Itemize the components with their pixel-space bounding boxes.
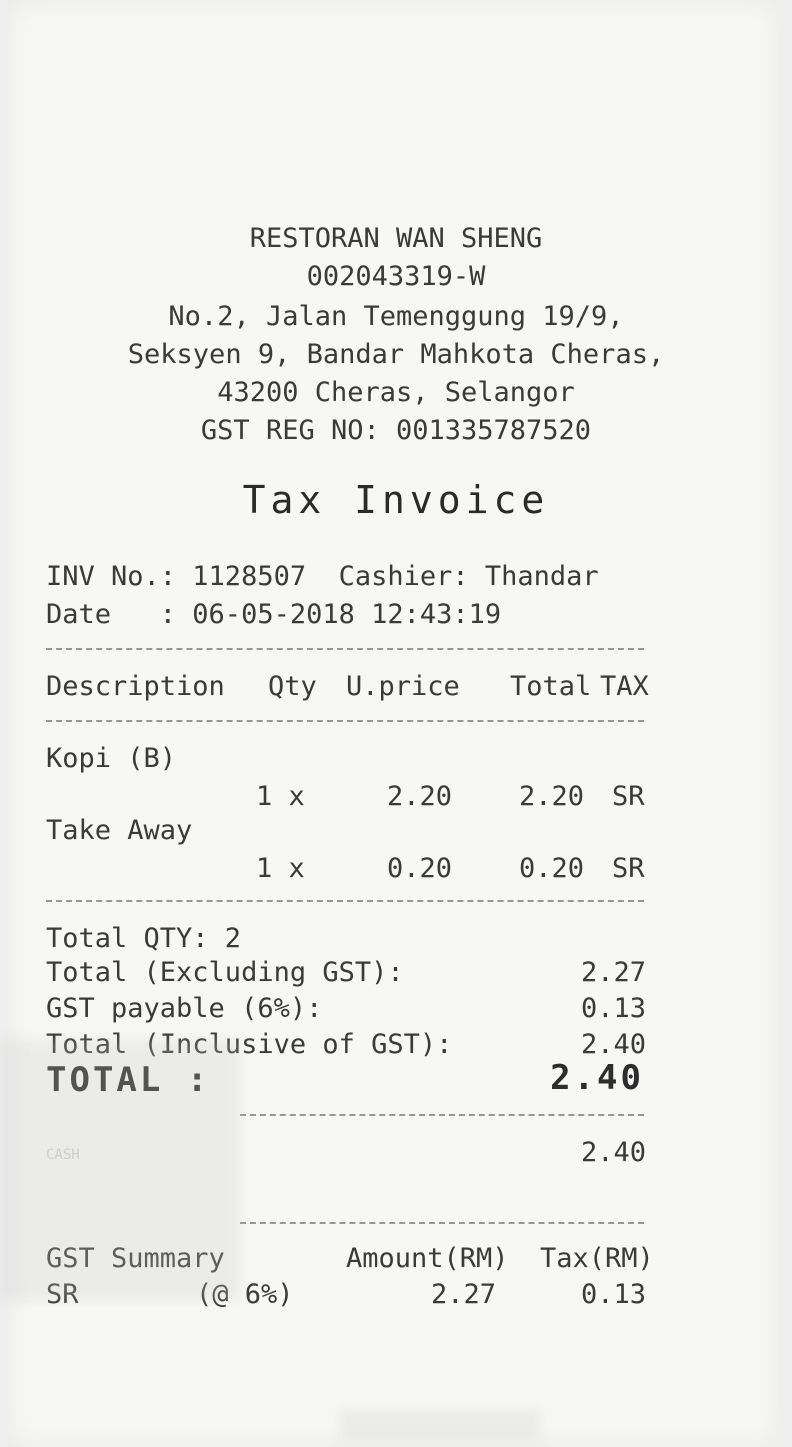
item-total: 2.20	[518, 781, 584, 812]
date-line: Date : 06-05-2018 12:43:19	[46, 599, 502, 630]
item-total: 0.20	[518, 853, 584, 884]
col-uprice: U.price	[346, 671, 460, 702]
item-uprice: 0.20	[386, 853, 452, 884]
col-description: Description	[46, 671, 225, 702]
item-name: Kopi (B)	[46, 743, 177, 774]
gst-payable-value: 0.13	[580, 993, 646, 1024]
item-qty: 1 x	[256, 781, 305, 812]
grand-total-value: 2.40	[550, 1058, 644, 1098]
address-line-2: Seksyen 9, Bandar Mahkota Cheras,	[127, 339, 665, 370]
gst-summary-tax: 0.13	[580, 1279, 646, 1310]
gst-payable-label: GST payable (6%):	[46, 993, 323, 1024]
store-name: RESTORAN WAN SHENG	[249, 223, 543, 254]
company-number: 002043319-W	[306, 261, 486, 292]
total-excl-value: 2.27	[580, 957, 646, 988]
gst-summary-amount: 2.27	[430, 1279, 496, 1310]
item-name: Take Away	[46, 815, 193, 846]
divider	[46, 900, 644, 902]
print-smudge	[340, 1410, 540, 1440]
divider	[46, 648, 644, 650]
item-uprice: 2.20	[386, 781, 452, 812]
total-excl-label: Total (Excluding GST):	[46, 957, 404, 988]
gst-reg-number: GST REG NO: 001335787520	[200, 415, 592, 446]
col-tax: TAX	[600, 671, 649, 702]
address-line-3: 43200 Cheras, Selangor	[217, 377, 575, 408]
document-title: Tax Invoice	[242, 478, 550, 522]
divider	[240, 1222, 644, 1224]
total-qty: Total QTY: 2	[46, 923, 242, 954]
divider	[46, 720, 644, 722]
gst-summary-tax-header: Tax(RM)	[540, 1243, 654, 1274]
col-qty: Qty	[268, 671, 317, 702]
item-tax-code: SR	[612, 853, 645, 884]
divider	[240, 1114, 644, 1116]
item-tax-code: SR	[612, 781, 645, 812]
col-total: Total	[510, 671, 592, 702]
payment-value: 2.40	[580, 1137, 646, 1168]
print-smudge	[0, 1040, 240, 1300]
address-line-1: No.2, Jalan Temenggung 19/9,	[168, 301, 624, 332]
gst-summary-amount-header: Amount(RM)	[346, 1243, 509, 1274]
invoice-cashier-line: INV No.: 1128507 Cashier: Thandar	[46, 561, 599, 592]
item-qty: 1 x	[256, 853, 305, 884]
